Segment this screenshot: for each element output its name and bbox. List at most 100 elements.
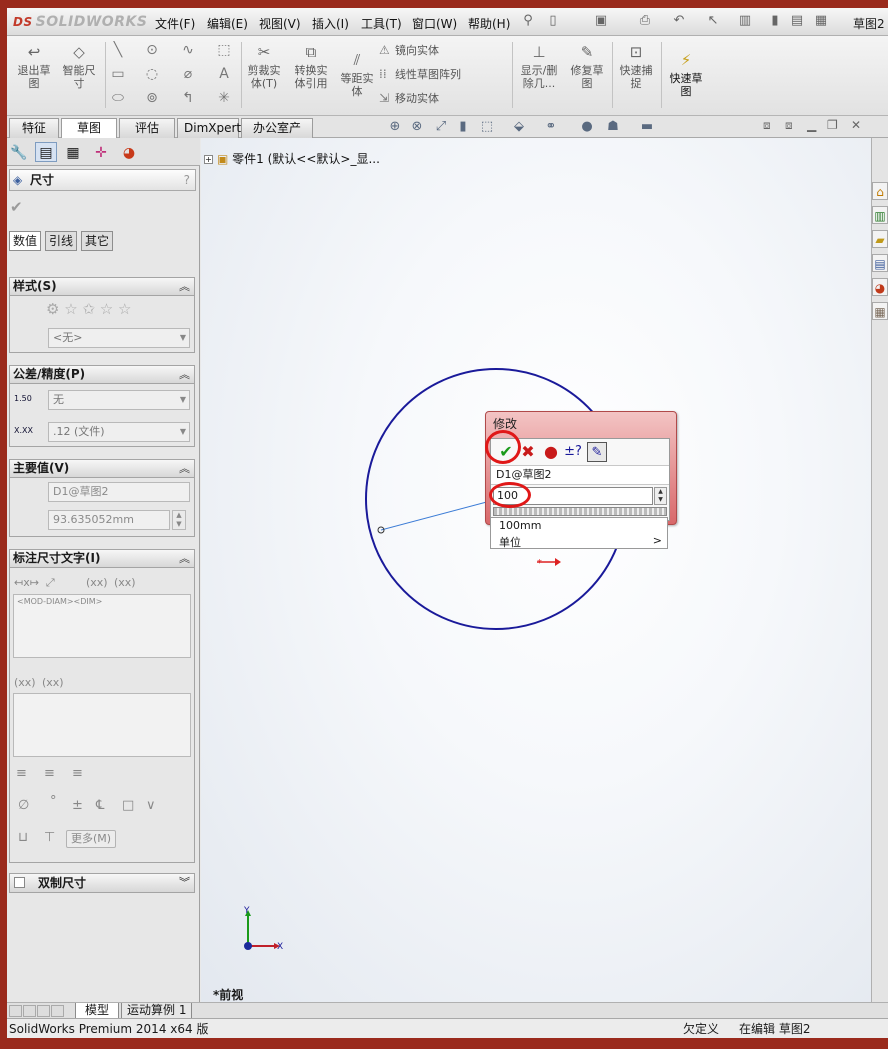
display-delete-relations-button[interactable]: ⊥ 显示/删除几...	[517, 42, 561, 90]
tile-icon[interactable]: ⧈	[763, 118, 771, 133]
design-library-icon[interactable]: ▥	[872, 206, 888, 224]
menu-file[interactable]: 文件(F)	[155, 15, 195, 32]
tab-value[interactable]: 数值	[9, 231, 42, 251]
more-symbols-chevron-icon[interactable]: ∨	[146, 798, 156, 813]
options-icon[interactable]: ▤	[789, 13, 805, 29]
view-orientation-icon[interactable]: ⬚	[478, 119, 496, 134]
reverse-sense-icon[interactable]: ±?	[563, 442, 583, 462]
tab-leaders[interactable]: 引线	[45, 231, 78, 251]
dual-dimension-group[interactable]: 双制尺寸 ︾	[9, 873, 195, 893]
align-center-icon[interactable]: ≡	[44, 766, 55, 781]
display-style-icon[interactable]: ⬙	[510, 119, 528, 134]
tolerance-group-header[interactable]: 公差/精度(P) ︽	[10, 366, 194, 384]
move-entities-button[interactable]: ⇲ 移动实体	[379, 90, 439, 106]
dimension-name-field[interactable]: D1@草图2	[48, 482, 190, 502]
align-left-icon[interactable]: ≡	[16, 766, 27, 781]
hide-show-icon[interactable]: ⚭	[542, 119, 560, 134]
appearance-icon[interactable]: ●	[578, 119, 596, 134]
depth-icon[interactable]: ⊤	[44, 830, 55, 845]
section-view-icon[interactable]: ▮	[454, 119, 472, 134]
undo-icon[interactable]: ↶	[671, 13, 687, 29]
restore-icon[interactable]: ❐	[827, 118, 838, 132]
chamfer-icon[interactable]: ↰	[179, 90, 197, 106]
view-settings-icon[interactable]: ▬	[638, 119, 656, 134]
collapse-icon[interactable]: ︽	[179, 278, 190, 295]
tolerance-type-combo[interactable]: 无 ▼	[48, 390, 190, 410]
menu-window[interactable]: 窗口(W)	[412, 15, 457, 32]
menu-tools[interactable]: 工具(T)	[361, 15, 402, 32]
tab-evaluate[interactable]: 评估	[119, 118, 175, 138]
file-explorer-icon[interactable]: ▰	[872, 230, 888, 248]
tab-dimxpert[interactable]: DimXpert	[177, 118, 241, 138]
view-palette-icon[interactable]: ▤	[872, 254, 888, 272]
collapse-icon[interactable]: ︽	[179, 550, 190, 567]
plus-minus-icon[interactable]: ±	[72, 798, 83, 813]
dimension-text-area-2[interactable]	[13, 693, 191, 757]
degree-symbol-icon[interactable]: °	[50, 794, 57, 809]
zoom-area-icon[interactable]: ⊗	[408, 119, 426, 134]
style-combo[interactable]: <无> ▼	[48, 328, 190, 348]
home-icon[interactable]: ⌂	[872, 182, 888, 200]
menu-edit[interactable]: 编辑(E)	[207, 15, 248, 32]
appearances-icon[interactable]: ◕	[872, 278, 888, 296]
offset-entities-button[interactable]: ⫽ 等距实体	[337, 50, 377, 98]
close-icon[interactable]: ✕	[851, 118, 861, 132]
dimxpert-manager-icon[interactable]: ✛	[90, 142, 112, 162]
collapse-icon[interactable]: ︽	[179, 460, 190, 477]
display-manager-icon[interactable]: ◕	[118, 142, 140, 162]
scene-icon[interactable]: ☗	[604, 119, 622, 134]
text-position-icons[interactable]: ↤x↦ ⤢	[14, 576, 55, 590]
smart-dimension-button[interactable]: ◇ 智能尺寸	[59, 42, 99, 90]
quick-snaps-button[interactable]: ⊡ 快速捕捉	[615, 42, 657, 90]
prev-tab-nav-icon[interactable]	[23, 1005, 36, 1017]
thumbwheel[interactable]	[493, 507, 667, 516]
menu-insert[interactable]: 插入(I)	[312, 15, 349, 32]
tab-model[interactable]: 模型	[75, 1003, 119, 1019]
dual-dimension-checkbox[interactable]	[14, 877, 25, 888]
mark-for-drawing-icon[interactable]: ✎	[587, 442, 607, 462]
xx-button-3[interactable]: (xx)	[14, 676, 36, 689]
new-file-icon[interactable]: ▯	[545, 13, 561, 29]
feature-manager-icon[interactable]: 🔧	[8, 142, 30, 162]
value-spinner[interactable]: ▲ ▼	[172, 510, 186, 530]
more-button[interactable]: 更多(M)	[66, 830, 117, 848]
sketch-canvas[interactable]: * Y X	[201, 138, 871, 1002]
pin-icon[interactable]: ⚲	[520, 13, 536, 29]
help-icon[interactable]: ?	[184, 170, 190, 190]
last-tab-nav-icon[interactable]	[51, 1005, 64, 1017]
select-icon[interactable]: ↖	[705, 13, 721, 29]
previous-view-icon[interactable]: ⤢	[432, 119, 450, 134]
save-icon[interactable]: ▣	[593, 13, 609, 29]
xx-button-4[interactable]: (xx)	[42, 676, 64, 689]
collapse-icon[interactable]: ︽	[179, 366, 190, 383]
fillet-icon[interactable]: ⊚	[143, 90, 161, 106]
xx-button-1[interactable]: (xx)	[86, 576, 108, 589]
next-tab-nav-icon[interactable]	[37, 1005, 50, 1017]
zoom-fit-icon[interactable]: ⊕	[386, 119, 404, 134]
units-option-100mm[interactable]: 100mm	[499, 519, 541, 532]
arc-icon[interactable]: ∿	[179, 42, 197, 58]
mirror-entities-button[interactable]: ⚠ 镜向实体	[379, 42, 439, 58]
ellipse-icon[interactable]: ◌	[143, 66, 161, 82]
units-dropdown[interactable]: 100mm 单位 >	[490, 517, 668, 549]
expand-icon[interactable]: ︾	[179, 874, 190, 892]
rebuild-icon[interactable]: ▥	[737, 13, 753, 29]
minimize-icon[interactable]: ▁	[807, 118, 816, 132]
xx-button-2[interactable]: (xx)	[114, 576, 136, 589]
rebuild-traffic-light-icon[interactable]: ●	[541, 442, 561, 462]
dimension-text-area[interactable]: <MOD-DIAM><DIM>	[13, 594, 191, 658]
counterbore-icon[interactable]: ⊔	[18, 830, 28, 845]
style-icons[interactable]: ⚙ ☆ ✩ ☆ ☆	[46, 300, 131, 318]
traffic-light-icon[interactable]: ▮	[767, 13, 783, 29]
convert-entities-button[interactable]: ⧉ 转换实体引用	[290, 42, 332, 90]
graphics-area[interactable]: ⊕ ⊗ ⤢ ▮ ⬚ ⬙ ⚭ ● ☗ ▬ ⧈ ⧈ ▁ ❐ ✕ + ▣ 零件1 (默认…	[201, 118, 871, 1002]
trim-entities-button[interactable]: ✂ 剪裁实体(T)	[245, 42, 283, 90]
polygon-icon[interactable]: ⬭	[109, 90, 127, 106]
configuration-manager-icon[interactable]: ▦	[62, 142, 84, 162]
tab-office-products[interactable]: 办公室产品	[241, 118, 313, 153]
tab-sketch[interactable]: 草图	[61, 118, 117, 139]
first-tab-nav-icon[interactable]	[9, 1005, 22, 1017]
modify-value-spinner[interactable]: ▲ ▼	[654, 487, 667, 505]
repair-sketch-button[interactable]: ✎ 修复草图	[567, 42, 607, 90]
options2-icon[interactable]: ▦	[813, 13, 829, 29]
